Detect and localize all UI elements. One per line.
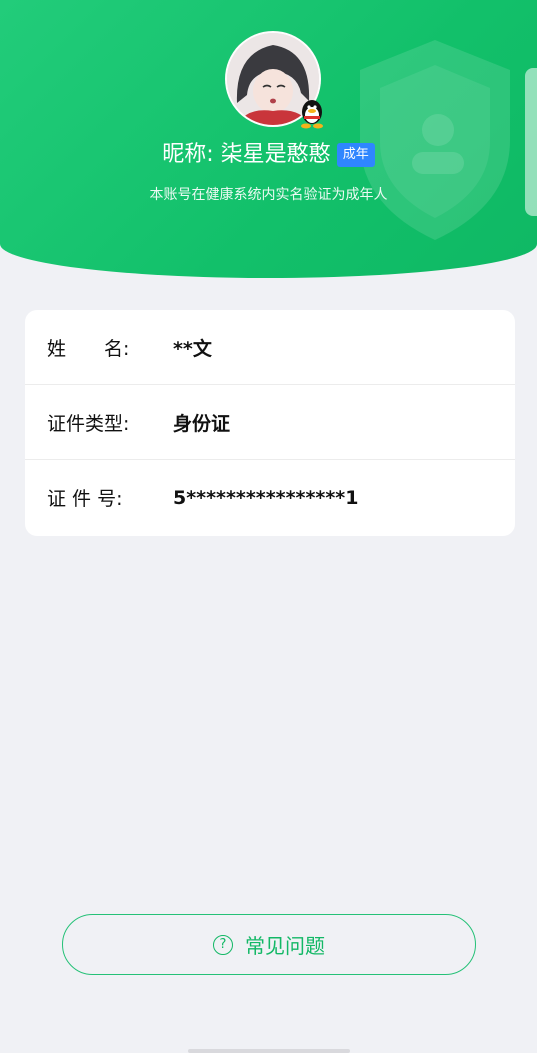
identity-row-name: 姓 名: **文 [25, 310, 515, 385]
adult-badge: 成年 [336, 143, 375, 167]
identity-row-doc-type: 证件类型: 身份证 [25, 385, 515, 460]
nickname-row: 昵称: 柒星是憨憨 成年 [0, 140, 537, 170]
faq-label: 常见问题 [245, 934, 325, 958]
doc-type-label: 证件类型: [47, 412, 130, 435]
identity-card: 姓 名: **文 证件类型: 身份证 证 件 号: 5*************… [25, 310, 515, 536]
doc-type-value: 身份证 [173, 412, 231, 435]
doc-number-value: 5****************1 [173, 486, 359, 509]
identity-row-doc-number: 证 件 号: 5****************1 [25, 460, 515, 535]
name-label: 姓 名: [47, 337, 130, 360]
verification-subtitle: 本账号在健康系统内实名验证为成年人 [149, 187, 388, 203]
doc-number-label: 证 件 号: [47, 488, 123, 510]
faq-button[interactable]: ? 常见问题 [62, 914, 476, 975]
nickname-label: 昵称: 柒星是憨憨 [162, 142, 331, 167]
name-value: **文 [173, 337, 212, 360]
home-indicator[interactable] [188, 1049, 350, 1053]
question-circle-icon: ? [213, 934, 233, 955]
qq-penguin-icon [301, 100, 323, 129]
